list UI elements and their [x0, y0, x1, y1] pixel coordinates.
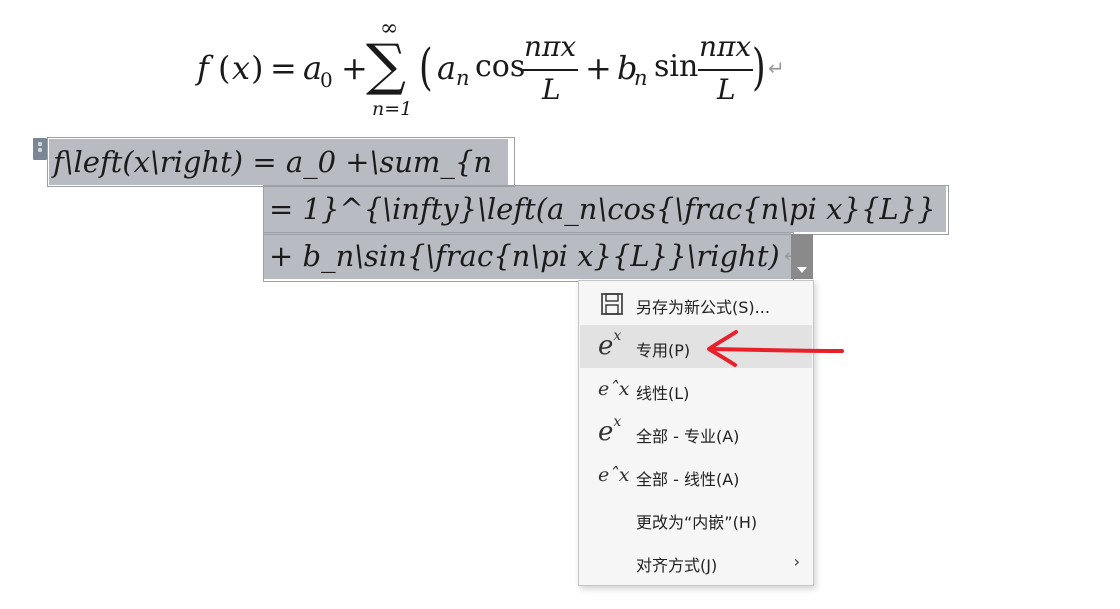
rendered-equation[interactable]: f ( x ) = a 0 + ∞ ∑ n=1 ( a n cos nπx L …	[0, 0, 1120, 130]
eq-bn-sub: n	[634, 66, 648, 90]
eq-equals: =	[270, 49, 297, 87]
eq-frac2-bar	[698, 69, 753, 71]
eq-sum-symbol: ∑	[366, 33, 406, 98]
eq-plus: +	[341, 49, 368, 87]
eq-sin: sin	[654, 49, 699, 84]
linear-icon: eˆx	[598, 464, 630, 486]
eq-big-rparen: )	[752, 38, 766, 96]
eq-frac1-den: L	[542, 73, 561, 106]
chevron-right-icon: ›	[793, 552, 800, 571]
eq-rparen: )	[251, 49, 264, 87]
menu-item-label: 线性(L)	[636, 384, 690, 403]
save-icon	[598, 289, 632, 319]
menu-item-label: 对齐方式(J)	[636, 556, 718, 575]
eq-frac1-num: nπx	[524, 30, 577, 63]
menu-item-change-to-inline[interactable]: 更改为“内嵌”(H)	[580, 497, 812, 540]
eq-sum-lower: n=1	[372, 98, 413, 120]
eq-f: f	[197, 49, 209, 87]
menu-item-label: 全部 - 专业(A)	[636, 427, 740, 446]
eq-frac2-den: L	[717, 73, 736, 106]
professional-icon: ex	[598, 413, 622, 447]
menu-item-label: 另存为新公式(S)...	[636, 298, 770, 317]
eq-cos: cos	[475, 49, 526, 84]
menu-item-justification[interactable]: 对齐方式(J) ›	[580, 540, 812, 583]
source-line-3[interactable]: + b_n\sin{\frac{n\pi x}{L}}\right)	[264, 233, 791, 279]
eq-an-sub: n	[456, 66, 470, 90]
source-line-1[interactable]: f\left(x\right) = a_0 +\sum_{n	[49, 139, 508, 185]
menu-item-all-linear[interactable]: eˆx 全部 - 线性(A)	[580, 454, 812, 497]
eq-a0-sub: 0	[320, 68, 333, 92]
menu-item-label: 专用(P)	[636, 341, 691, 360]
equation-options-dropdown-button[interactable]	[791, 234, 813, 279]
eq-an-base: a	[437, 49, 457, 87]
menu-item-linear[interactable]: eˆx 线性(L)	[580, 368, 812, 411]
linear-icon: eˆx	[598, 378, 630, 400]
paragraph-mark-icon: ↵	[768, 56, 785, 80]
menu-item-label: 全部 - 线性(A)	[636, 470, 740, 489]
source-line-2[interactable]: = 1}^{\infty}\left(a_n\cos{\frac{n\pi x}…	[264, 186, 946, 232]
eq-x: x	[232, 49, 251, 87]
drag-handle-icon[interactable]	[33, 138, 47, 160]
annotation-arrow-icon	[707, 330, 844, 367]
menu-item-label: 更改为“内嵌”(H)	[636, 513, 758, 532]
eq-big-lparen: (	[419, 38, 433, 96]
eq-frac1-bar	[523, 69, 578, 71]
menu-item-save-as-new-equation[interactable]: 另存为新公式(S)...	[580, 282, 812, 325]
eq-plus2: +	[585, 49, 612, 87]
professional-icon: ex	[598, 327, 622, 361]
eq-lparen: (	[218, 49, 231, 87]
menu-item-all-professional[interactable]: ex 全部 - 专业(A)	[580, 411, 812, 454]
eq-frac2-num: nπx	[699, 30, 752, 63]
